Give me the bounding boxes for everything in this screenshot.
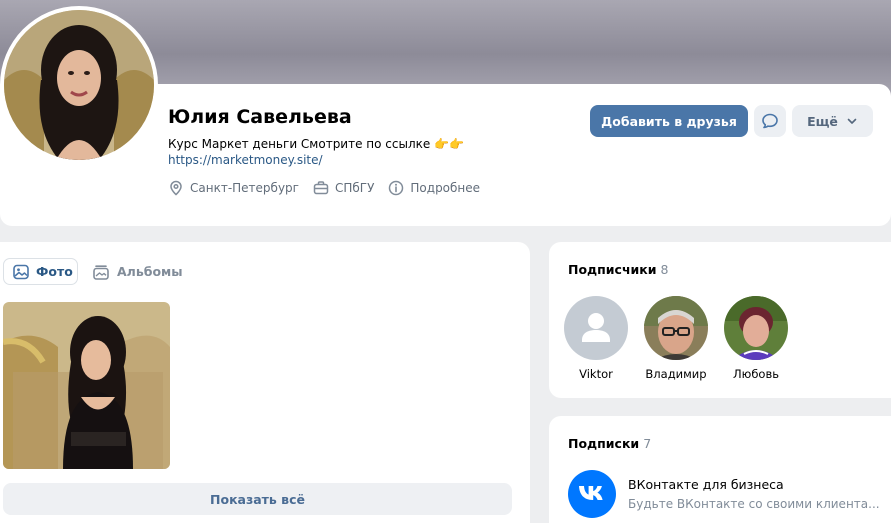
tab-photos-label: Фото [36, 264, 73, 279]
profile-name: Юлия Савельева [168, 106, 352, 128]
followers-title-label: Подписчики [568, 262, 657, 277]
more-label: Ещё [807, 113, 838, 129]
photo-thumbnail[interactable] [3, 302, 170, 469]
album-icon [93, 264, 109, 280]
subscriptions-count: 7 [643, 436, 652, 451]
more-button[interactable]: Ещё [792, 105, 873, 137]
chevron-down-icon [847, 118, 857, 124]
info-more[interactable]: Подробнее [388, 180, 480, 196]
subscription-name[interactable]: ВКонтакте для бизнеса [628, 477, 784, 492]
profile-status: Курс Маркет деньги Смотрите по ссылке 👉👉 [168, 137, 464, 151]
follower-avatar [724, 296, 788, 360]
follower-item[interactable]: Владимир [636, 296, 716, 381]
follower-item[interactable]: Любовь [716, 296, 796, 381]
briefcase-icon [313, 181, 329, 195]
show-all-photos-button[interactable]: Показать всё [3, 483, 512, 515]
profile-status-link[interactable]: https://marketmoney.site/ [168, 153, 323, 167]
follower-avatar [644, 296, 708, 360]
info-icon [389, 180, 404, 196]
vk-business-logo[interactable] [568, 470, 616, 518]
tab-photos[interactable]: Фото [3, 258, 78, 285]
followers-title[interactable]: Подписчики 8 [568, 262, 669, 277]
follower-name: Любовь [732, 367, 779, 381]
photo-icon [13, 264, 29, 279]
subscriptions-title-label: Подписки [568, 436, 640, 451]
follower-name: Viktor [579, 367, 613, 381]
followers-count: 8 [660, 262, 669, 277]
info-city[interactable]: Санкт-Петербург [168, 180, 299, 196]
subscriptions-title[interactable]: Подписки 7 [568, 436, 651, 451]
vk-logo-icon [579, 486, 603, 500]
subscription-description: Будьте ВКонтакте со своими клиента... [628, 497, 880, 511]
follower-item[interactable]: Viktor [556, 296, 636, 381]
message-bubble-icon [762, 113, 778, 129]
follower-avatar [564, 296, 628, 360]
follower-name: Владимир [645, 367, 707, 381]
location-pin-icon [170, 180, 182, 196]
info-more-label: Подробнее [410, 181, 481, 195]
profile-info-row: Санкт-Петербург СПбГУ Подробнее [168, 178, 494, 198]
tab-albums[interactable]: Альбомы [92, 258, 183, 285]
add-friend-button[interactable]: Добавить в друзья [590, 105, 748, 137]
info-city-label: Санкт-Петербург [190, 181, 299, 195]
tab-albums-label: Альбомы [117, 264, 183, 279]
avatar-photo [4, 10, 154, 160]
info-education-label: СПбГУ [334, 181, 375, 195]
profile-avatar[interactable] [0, 6, 158, 164]
info-education[interactable]: СПбГУ [313, 180, 374, 196]
message-button[interactable] [754, 105, 786, 137]
